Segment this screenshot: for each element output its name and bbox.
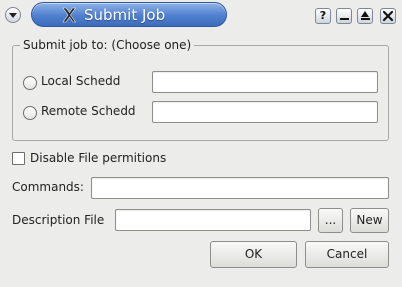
title-pill: Submit Job xyxy=(31,2,227,27)
window-menu-chevron-down-icon[interactable] xyxy=(5,7,21,23)
submit-target-group xyxy=(12,45,389,141)
commands-label: Commands: xyxy=(12,180,84,194)
cancel-button[interactable]: Cancel xyxy=(305,241,389,268)
local-schedd-input[interactable] xyxy=(152,71,378,93)
window-title: Submit Job xyxy=(84,6,166,24)
remote-schedd-label: Remote Schedd xyxy=(41,104,136,118)
description-file-input[interactable] xyxy=(115,209,311,231)
remote-schedd-radio[interactable] xyxy=(23,106,37,120)
new-button[interactable]: New xyxy=(350,208,389,233)
submit-job-window: Submit Job ? Submit job to: (Choose one)… xyxy=(0,0,402,287)
x-logo-icon xyxy=(62,7,77,23)
local-schedd-radio[interactable] xyxy=(23,76,37,90)
close-x-glyph xyxy=(382,10,394,22)
close-icon[interactable] xyxy=(380,8,396,24)
description-file-label: Description File xyxy=(12,213,105,227)
maximize-icon[interactable] xyxy=(357,8,373,24)
help-icon[interactable]: ? xyxy=(315,8,331,24)
browse-button[interactable]: ... xyxy=(318,208,343,233)
title-bar: Submit Job ? xyxy=(0,0,402,30)
remote-schedd-input[interactable] xyxy=(152,101,378,123)
commands-input[interactable] xyxy=(91,177,389,199)
disable-file-permissions-label: Disable File permitions xyxy=(30,151,167,165)
local-schedd-label: Local Schedd xyxy=(41,74,121,88)
ok-button[interactable]: OK xyxy=(210,241,297,268)
disable-file-permissions-checkbox[interactable] xyxy=(12,152,25,165)
minimize-icon[interactable] xyxy=(336,8,352,24)
group-legend: Submit job to: (Choose one) xyxy=(20,38,195,52)
